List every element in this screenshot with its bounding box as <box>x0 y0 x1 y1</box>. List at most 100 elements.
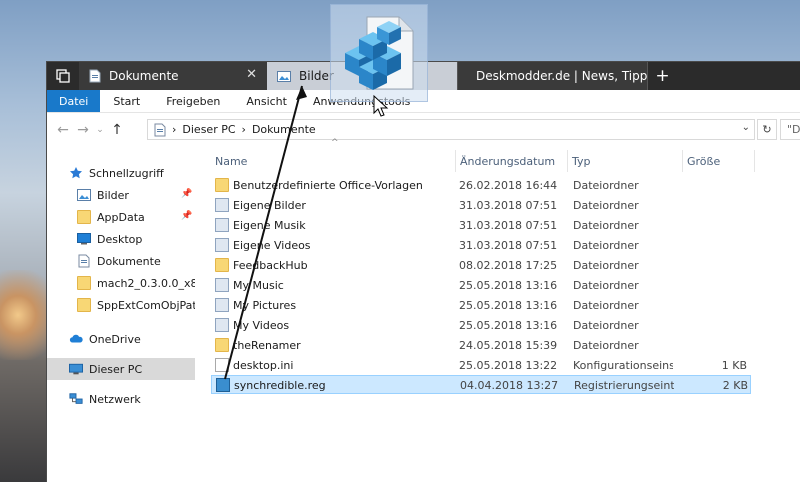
file-type: Dateiordner <box>573 319 639 332</box>
refresh-button[interactable]: ↻ <box>757 119 777 140</box>
nav-item-onedrive[interactable]: OneDrive <box>47 328 195 350</box>
file-size: 1 KB <box>721 359 747 372</box>
explorer-window: Dokumente ✕ Bilder Deskmodder.de | News,… <box>46 61 800 482</box>
tab-deskmodder[interactable]: Deskmodder.de | News, Tipps <box>457 62 647 90</box>
back-button[interactable]: ← <box>53 122 73 138</box>
ribbon-tab-freigeben[interactable]: Freigeben <box>153 90 233 112</box>
table-row[interactable]: Eigene Bilder 31.03.2018 07:51 Dateiordn… <box>211 196 751 215</box>
column-header-size[interactable]: Größe <box>683 150 755 172</box>
forward-button[interactable]: → <box>73 122 93 138</box>
column-header-date[interactable]: Änderungsdatum <box>456 150 568 172</box>
file-name: Eigene Videos <box>233 239 311 252</box>
nav-item-mach2[interactable]: mach2_0.3.0.0_x86 <box>47 272 195 294</box>
ribbon-tab-start[interactable]: Start <box>100 90 153 112</box>
close-icon[interactable]: ✕ <box>246 67 257 82</box>
file-date: 31.03.2018 07:51 <box>459 219 558 232</box>
file-name: My Music <box>233 279 284 292</box>
breadcrumb-dokumente[interactable]: Dokumente <box>252 123 316 136</box>
table-row[interactable]: Eigene Musik 31.03.2018 07:51 Dateiordne… <box>211 216 751 235</box>
file-date: 04.04.2018 13:27 <box>460 379 559 392</box>
breadcrumb-dieser-pc[interactable]: Dieser PC <box>182 123 235 136</box>
table-row[interactable]: Eigene Videos 31.03.2018 07:51 Dateiordn… <box>211 236 751 255</box>
file-type: Konfigurationseinstellungen <box>573 359 673 372</box>
table-row[interactable]: My Pictures 25.05.2018 13:16 Dateiordner <box>211 296 751 315</box>
pin-icon[interactable]: 📌 <box>181 211 192 221</box>
address-bar[interactable]: › Dieser PC › Dokumente ⌄ <box>147 119 755 140</box>
nav-item-schnellzugriff[interactable]: Schnellzugriff <box>47 162 195 184</box>
table-row[interactable]: My Videos 25.05.2018 13:16 Dateiordner <box>211 316 751 335</box>
ribbon-tab-datei[interactable]: Datei <box>47 90 101 112</box>
nav-item-dieser-pc[interactable]: Dieser PC <box>47 358 195 380</box>
desktop-icon <box>77 232 91 246</box>
nav-label: Bilder <box>97 188 129 202</box>
file-date: 24.05.2018 15:39 <box>459 339 558 352</box>
taskview-icon <box>56 69 70 83</box>
table-row[interactable]: Benutzerdefinierte Office-Vorlagen 26.02… <box>211 176 751 195</box>
folder-icon <box>215 258 229 272</box>
nav-label: OneDrive <box>89 332 141 346</box>
ribbon-tab-ansicht[interactable]: Ansicht <box>233 90 300 112</box>
file-date: 25.05.2018 13:22 <box>459 359 558 372</box>
up-button[interactable]: ↑ <box>107 122 127 138</box>
file-date: 26.02.2018 16:44 <box>459 179 558 192</box>
file-name: synchredible.reg <box>234 379 326 392</box>
folder-icon <box>77 276 91 290</box>
recent-dropdown-button[interactable]: ⌄ <box>93 125 107 135</box>
file-type: Dateiordner <box>573 259 639 272</box>
pin-icon[interactable]: 📌 <box>181 189 192 199</box>
file-type: Dateiordner <box>573 279 639 292</box>
settings-file-icon <box>215 358 229 372</box>
column-header-type[interactable]: Typ <box>568 150 683 172</box>
computer-icon <box>69 362 83 376</box>
nav-label: SppExtComObjPatcher <box>97 298 195 312</box>
folder-icon <box>215 338 229 352</box>
nav-item-dokumente[interactable]: Dokumente <box>47 250 195 272</box>
pictures-icon <box>277 70 291 82</box>
table-row-selected[interactable]: synchredible.reg 04.04.2018 13:27 Regist… <box>211 375 751 394</box>
pictures-library-icon <box>215 198 229 212</box>
star-icon <box>69 166 83 180</box>
file-name: FeedbackHub <box>233 259 308 272</box>
file-date: 25.05.2018 13:16 <box>459 299 558 312</box>
new-tab-button[interactable]: + <box>647 62 677 90</box>
videos-library-icon <box>215 238 229 252</box>
drag-ghost <box>330 4 428 102</box>
file-name: Eigene Bilder <box>233 199 306 212</box>
folder-icon <box>215 178 229 192</box>
nav-item-bilder[interactable]: Bilder 📌 <box>47 184 195 206</box>
table-row[interactable]: My Music 25.05.2018 13:16 Dateiordner <box>211 276 751 295</box>
nav-label: Desktop <box>97 232 143 246</box>
column-label: Größe <box>687 154 721 168</box>
chevron-down-icon[interactable]: ⌄ <box>742 122 750 133</box>
file-type: Dateiordner <box>573 219 639 232</box>
table-row[interactable]: FeedbackHub 08.02.2018 17:25 Dateiordner <box>211 256 751 275</box>
file-date: 31.03.2018 07:51 <box>459 239 558 252</box>
file-type: Dateiordner <box>573 179 639 192</box>
file-type: Dateiordner <box>573 299 639 312</box>
nav-label: Dokumente <box>97 254 161 268</box>
file-list: Name ^ Änderungsdatum Typ Größe Benutzer… <box>211 138 771 482</box>
breadcrumb-separator-icon: › <box>172 123 177 136</box>
tab-dokumente[interactable]: Dokumente ✕ <box>79 62 267 90</box>
file-date: 25.05.2018 13:16 <box>459 279 558 292</box>
column-header-name[interactable]: Name ^ <box>211 138 456 172</box>
music-library-icon <box>215 278 229 292</box>
registry-file-icon <box>216 378 230 392</box>
file-type: Registrierungseinträge <box>574 379 674 392</box>
file-date: 08.02.2018 17:25 <box>459 259 558 272</box>
nav-item-appdata[interactable]: AppData 📌 <box>47 206 195 228</box>
nav-label: Schnellzugriff <box>89 166 164 180</box>
breadcrumb-separator-icon: › <box>241 123 246 136</box>
search-input[interactable]: "D <box>780 119 800 140</box>
nav-item-desktop[interactable]: Desktop <box>47 228 195 250</box>
network-icon <box>69 392 83 406</box>
column-label: Name <box>215 154 248 168</box>
file-type: Dateiordner <box>573 199 639 212</box>
table-row[interactable]: desktop.ini 25.05.2018 13:22 Konfigurati… <box>211 356 751 375</box>
file-name: Eigene Musik <box>233 219 306 232</box>
sort-ascending-icon: ^ <box>331 138 339 148</box>
table-row[interactable]: theRenamer 24.05.2018 15:39 Dateiordner <box>211 336 751 355</box>
taskview-button[interactable] <box>47 62 79 90</box>
nav-item-netzwerk[interactable]: Netzwerk <box>47 388 195 410</box>
nav-item-sppextcomobjpatcher[interactable]: SppExtComObjPatcher <box>47 294 195 316</box>
